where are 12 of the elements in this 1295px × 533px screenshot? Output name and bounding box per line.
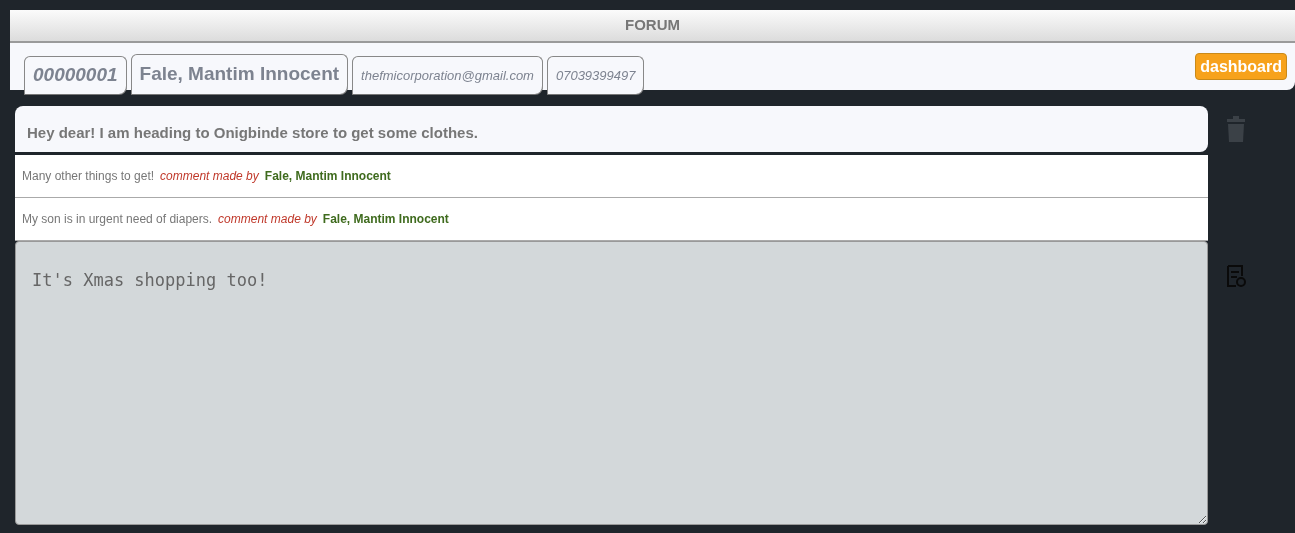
dashboard-button[interactable]: dashboard [1195,53,1287,80]
header-title: FORUM [625,15,680,36]
trash-icon[interactable] [1226,116,1245,142]
reply-field[interactable]: It's Xmas shopping too! [15,241,1208,525]
comment-author: Fale, Mantim Innocent [322,211,449,228]
comment-text: My son is in urgent need of diapers. [22,211,213,228]
comment-byline: comment made by [218,211,317,228]
comment-byline: comment made by [160,168,259,185]
post-text: Hey dear! I am heading to Onigbinde store to get some clothes. [27,122,478,143]
comment-text: Many other things to get! [22,168,155,185]
edit-note-icon[interactable] [1225,264,1246,288]
comment-author: Fale, Mantim Innocent [264,168,391,185]
